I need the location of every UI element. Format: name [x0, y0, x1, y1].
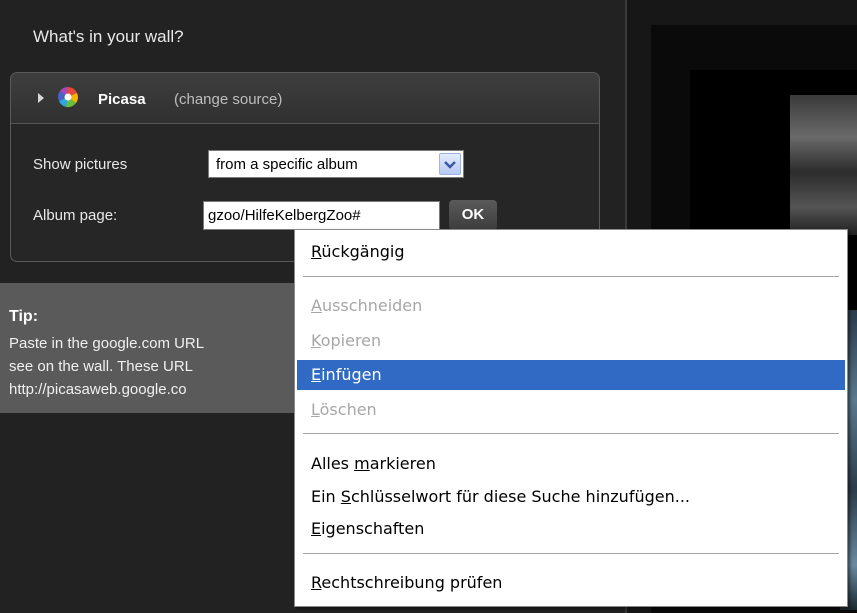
source-name: Picasa [98, 91, 146, 108]
chevron-down-icon[interactable] [439, 153, 461, 175]
menu-separator [303, 433, 839, 435]
menu-item-properties[interactable]: Eigenschaften [311, 519, 424, 538]
source-header[interactable]: Picasa (change source) [11, 73, 599, 124]
album-page-value: gzoo/HilfeKelbergZoo# [208, 207, 361, 224]
menu-separator [303, 553, 839, 555]
show-pictures-label: Show pictures [33, 156, 128, 173]
menu-item-undo[interactable]: Rückgängig [311, 242, 404, 261]
menu-item-add-keyword[interactable]: Ein Schlüsselwort für diese Suche hinzuf… [311, 487, 690, 506]
tip-line: see on the wall. These URL [9, 358, 193, 375]
tip-title: Tip: [9, 308, 39, 325]
picasa-logo-icon [58, 87, 78, 108]
menu-item-select-all[interactable]: Alles markieren [311, 454, 436, 473]
menu-separator [303, 276, 839, 278]
menu-item-spellcheck[interactable]: Rechtschreibung prüfen [311, 573, 502, 592]
tip-line: http://picasaweb.google.co [9, 381, 187, 398]
panel-title: What's in your wall? [33, 27, 184, 46]
show-pictures-select[interactable]: from a specific album [208, 150, 464, 178]
album-page-label: Album page: [33, 207, 118, 224]
change-source-link[interactable]: (change source) [174, 91, 282, 108]
menu-item-cut[interactable]: Ausschneiden [311, 296, 422, 315]
album-page-input[interactable]: gzoo/HilfeKelbergZoo# [203, 201, 440, 230]
menu-item-delete[interactable]: Löschen [311, 400, 377, 419]
tip-line: Paste in the google.com URL [9, 335, 205, 352]
menu-item-copy[interactable]: Kopieren [311, 331, 381, 350]
show-pictures-value: from a specific album [216, 156, 358, 173]
wall-photo-image [790, 95, 857, 235]
context-menu: Rückgängig Ausschneiden Kopieren Einfüge… [294, 229, 848, 607]
ok-button[interactable]: OK [449, 200, 497, 230]
menu-item-paste[interactable]: Einfügen [311, 365, 382, 384]
triangle-right-icon[interactable] [38, 93, 44, 103]
